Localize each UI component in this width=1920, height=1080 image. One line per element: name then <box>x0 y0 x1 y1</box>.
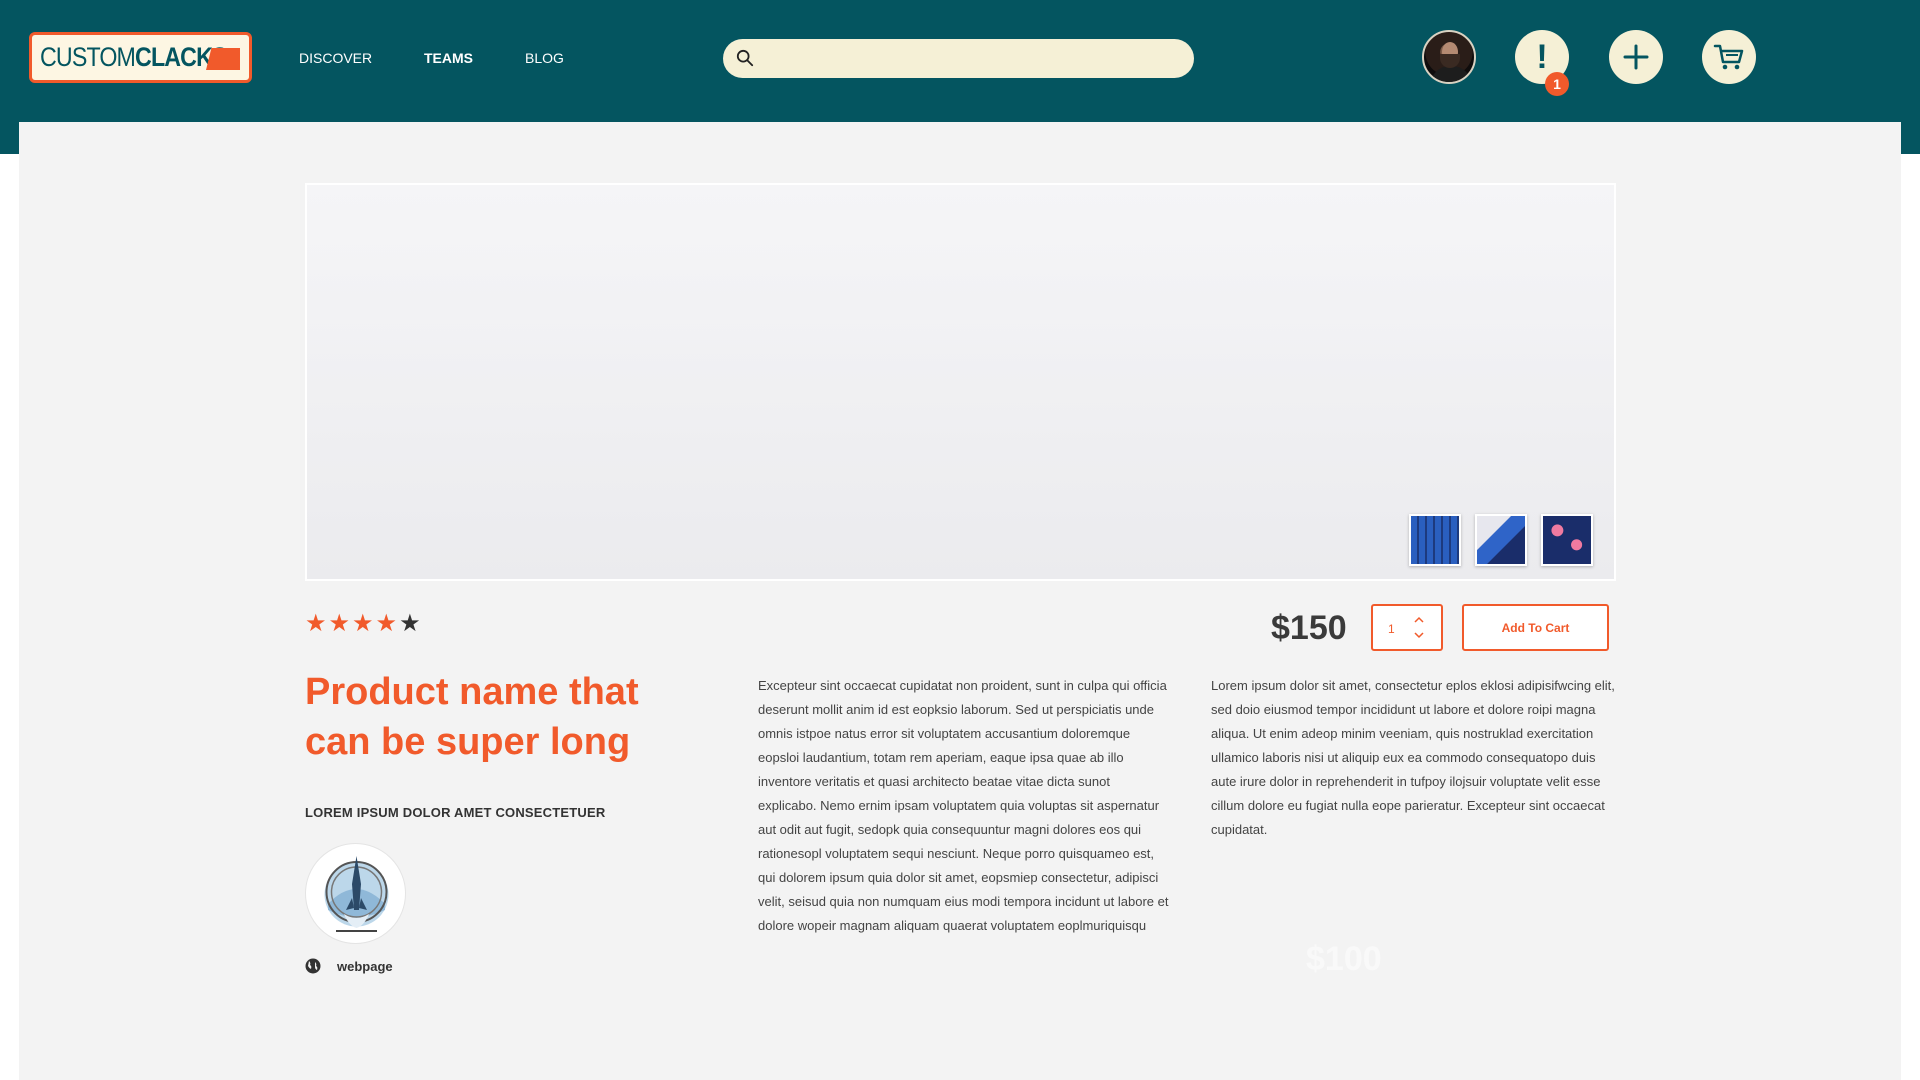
exclamation-icon: ! <box>1536 38 1548 76</box>
logo-text: CUSTOMCLACKS <box>40 42 227 72</box>
star-icon: ★ <box>352 610 374 637</box>
logo-keycap-mark <box>206 48 240 70</box>
quantity-stepper[interactable]: 1 <box>1371 604 1443 651</box>
search-icon <box>736 49 754 67</box>
user-avatar[interactable] <box>1422 30 1476 84</box>
brand-logo[interactable] <box>305 843 406 944</box>
star-icon: ★ <box>305 610 327 637</box>
rating-stars: ★ ★ ★ ★ ★ <box>305 612 421 636</box>
ghost-price: $100 <box>1306 940 1382 978</box>
add-button[interactable] <box>1609 30 1663 84</box>
star-icon: ★ <box>399 610 421 637</box>
keycap-closeup-thumbnail[interactable] <box>1541 514 1593 566</box>
keycap-side-thumbnail[interactable] <box>1475 514 1527 566</box>
nav-teams[interactable]: TEAMS <box>424 50 473 66</box>
star-icon: ★ <box>375 610 398 637</box>
chevron-up-icon[interactable] <box>1413 616 1425 626</box>
keyboard-thumbnail[interactable] <box>1409 514 1461 566</box>
product-description-1: Excepteur sint occaecat cupidatat non pr… <box>758 678 1169 933</box>
logo[interactable]: CUSTOMCLACKS <box>29 32 252 83</box>
webpage-link[interactable]: webpage <box>305 958 393 974</box>
product-description-2: Lorem ipsum dolor sit amet, consectetur … <box>1211 678 1615 837</box>
add-to-cart-button[interactable]: Add To Cart <box>1462 604 1609 651</box>
nav-blog[interactable]: BLOG <box>525 50 564 66</box>
product-price: $150 <box>1271 609 1347 647</box>
search-input[interactable] <box>765 44 1175 73</box>
globe-icon <box>305 958 321 974</box>
cart-button[interactable] <box>1702 30 1756 84</box>
notification-badge: 1 <box>1545 72 1569 96</box>
webpage-label: webpage <box>337 958 393 974</box>
plus-icon <box>1623 44 1649 70</box>
product-subtitle: LOREM IPSUM DOLOR AMET CONSECTETUER <box>305 805 606 820</box>
search-bar[interactable] <box>723 39 1194 78</box>
rocket-logo-icon <box>324 856 389 932</box>
chevron-down-icon[interactable] <box>1413 631 1425 641</box>
nav-discover[interactable]: DISCOVER <box>299 50 372 66</box>
thumbnail-strip <box>1409 514 1593 566</box>
cart-icon <box>1713 44 1744 70</box>
star-icon: ★ <box>328 610 351 637</box>
quantity-value: 1 <box>1388 622 1395 636</box>
product-title: Product name that can be super long <box>305 671 639 763</box>
